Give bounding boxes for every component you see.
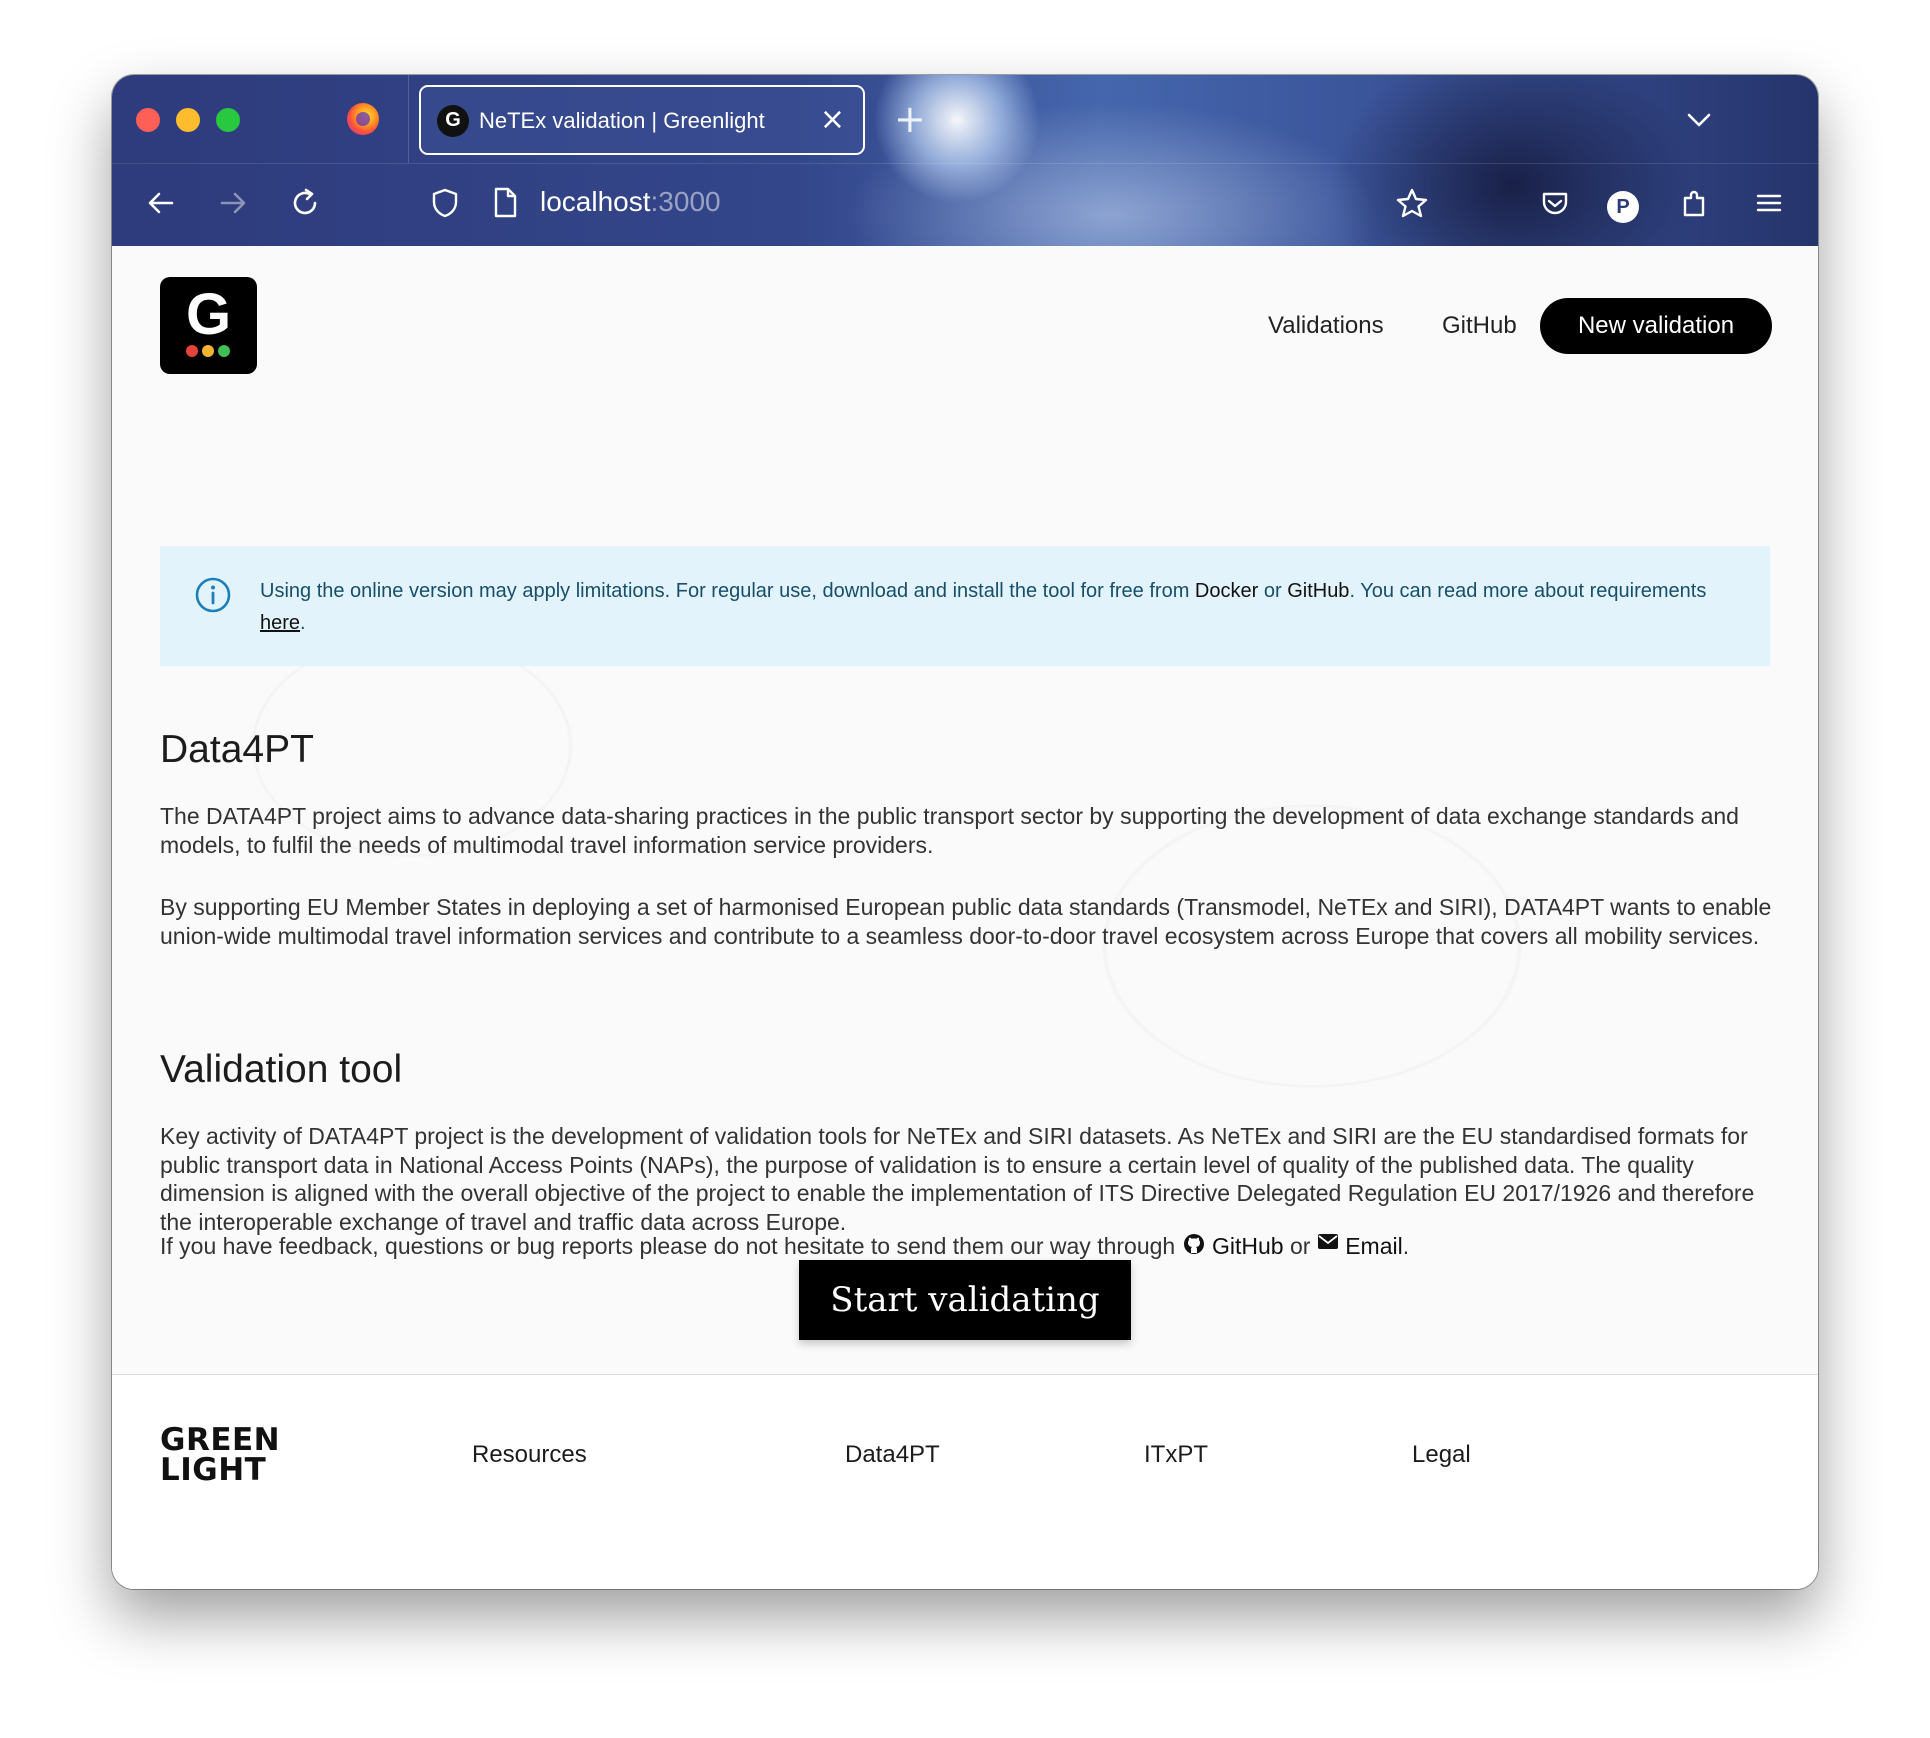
browser-chrome: G NeTEx validation | Greenlight × + loca…	[112, 75, 1818, 246]
info-notice-text: Using the online version may apply limit…	[260, 575, 1750, 639]
tab-strip: G NeTEx validation | Greenlight × +	[112, 75, 1818, 163]
footer-logo-line-1: GREEN	[160, 1422, 281, 1458]
logo-dot-green	[218, 345, 230, 357]
logo-letter: G	[185, 282, 232, 347]
zoom-window-button[interactable]	[216, 108, 240, 132]
notice-text-1: Using the online version may apply limit…	[260, 580, 1195, 602]
notice-end: .	[300, 612, 306, 634]
menu-icon[interactable]	[1752, 186, 1786, 220]
browser-window: G NeTEx validation | Greenlight × + loca…	[112, 75, 1818, 1589]
data4pt-heading: Data4PT	[160, 728, 314, 771]
feedback-paragraph: If you have feedback, questions or bug r…	[160, 1232, 1780, 1261]
notice-text-2: . You can read more about requirements	[1349, 580, 1707, 602]
info-icon	[195, 577, 231, 613]
feedback-end: .	[1402, 1233, 1410, 1259]
firefox-icon[interactable]	[347, 103, 379, 135]
navigation-toolbar: localhost:3000 P	[112, 163, 1818, 247]
start-validating-button[interactable]: Start validating	[799, 1260, 1131, 1340]
tab-favicon-icon: G	[437, 105, 469, 137]
greenlight-logo[interactable]: G	[160, 277, 257, 374]
notice-docker-link[interactable]: Docker	[1195, 580, 1258, 602]
nav-validations-link[interactable]: Validations	[1268, 312, 1384, 340]
page-icon	[494, 187, 517, 218]
tab-separator	[408, 75, 409, 163]
pocket-icon[interactable]	[1538, 186, 1572, 220]
logo-dot-yellow	[202, 345, 214, 357]
email-icon	[1317, 1234, 1338, 1249]
forward-arrow-icon[interactable]	[216, 186, 250, 220]
notice-or: or	[1258, 580, 1288, 602]
chevron-down-icon[interactable]	[1684, 105, 1714, 135]
feedback-or: or	[1283, 1233, 1317, 1259]
github-icon	[1183, 1234, 1204, 1254]
nav-github-link[interactable]: GitHub	[1442, 312, 1517, 340]
footer-link-itxpt[interactable]: ITxPT	[1144, 1441, 1208, 1469]
logo-dot-red	[186, 345, 198, 357]
back-arrow-icon[interactable]	[144, 186, 178, 220]
notice-github-link[interactable]: GitHub	[1287, 580, 1349, 602]
feedback-github-link[interactable]: GitHub	[1212, 1233, 1284, 1259]
data4pt-paragraph-1: The DATA4PT project aims to advance data…	[160, 803, 1739, 858]
footer-link-resources[interactable]: Resources	[472, 1441, 587, 1469]
notice-here-link[interactable]: here	[260, 612, 300, 634]
data4pt-paragraph-2: By supporting EU Member States in deploy…	[160, 894, 1772, 949]
new-validation-button[interactable]: New validation	[1540, 298, 1772, 354]
new-tab-icon[interactable]: +	[894, 99, 926, 139]
shield-icon[interactable]	[428, 186, 462, 220]
tab-title: NeTEx validation | Greenlight	[479, 108, 765, 133]
reload-icon[interactable]	[288, 186, 322, 220]
profile-avatar[interactable]: P	[1607, 191, 1639, 223]
tab-active[interactable]: G NeTEx validation | Greenlight ×	[419, 85, 865, 155]
validation-tool-paragraph: Key activity of DATA4PT project is the d…	[160, 1123, 1755, 1235]
validation-tool-heading: Validation tool	[160, 1048, 403, 1091]
footer-logo-line-2: LIGHT	[160, 1452, 267, 1488]
url-bar[interactable]: localhost:3000	[540, 186, 721, 218]
url-port: :3000	[650, 186, 721, 217]
info-notice: Using the online version may apply limit…	[160, 546, 1770, 666]
greenlight-footer-logo[interactable]: GREEN LIGHT	[160, 1422, 281, 1488]
minimize-window-button[interactable]	[176, 108, 200, 132]
feedback-text: If you have feedback, questions or bug r…	[160, 1233, 1182, 1259]
feedback-email-link[interactable]: Email	[1345, 1233, 1403, 1259]
bookmark-star-icon[interactable]	[1394, 186, 1430, 222]
url-host: localhost	[540, 186, 651, 217]
footer: GREEN LIGHT Resources Data4PT ITxPT Lega…	[112, 1374, 1818, 1589]
extensions-icon[interactable]	[1678, 186, 1712, 220]
footer-link-data4pt[interactable]: Data4PT	[845, 1441, 940, 1469]
close-window-button[interactable]	[136, 108, 160, 132]
footer-link-legal[interactable]: Legal	[1412, 1441, 1471, 1469]
tab-close-icon[interactable]: ×	[820, 103, 845, 137]
